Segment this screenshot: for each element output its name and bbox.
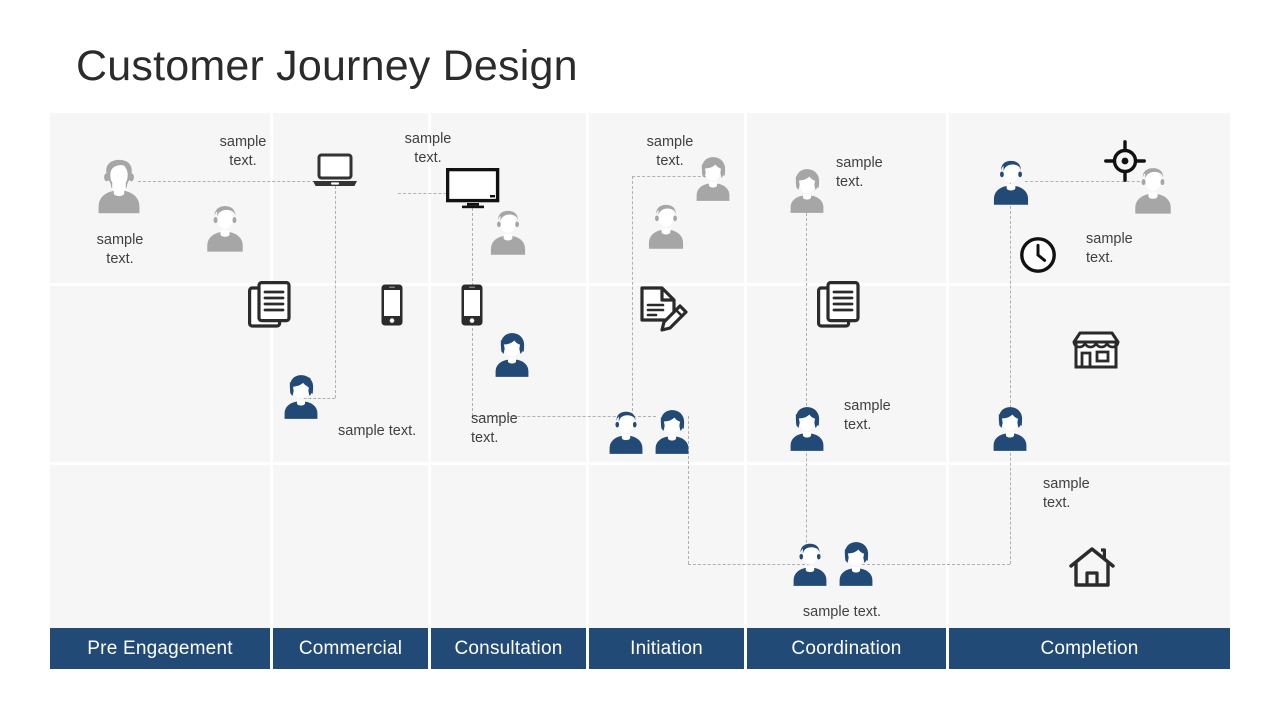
person-blue-female-icon — [487, 329, 537, 381]
stage-label: Pre Engagement — [87, 637, 233, 659]
stage-coordination[interactable]: Coordination — [747, 628, 946, 669]
annotation-label: sample text. — [1043, 476, 1090, 511]
stage-completion[interactable]: Completion — [949, 628, 1230, 669]
person-grey-female-icon — [782, 165, 832, 217]
connector-segment — [806, 213, 807, 411]
band-separator-2 — [50, 462, 1230, 465]
person-blue-male-icon — [601, 406, 651, 458]
person-grey-male-icon — [640, 200, 692, 252]
person-blue-male-icon — [785, 538, 835, 590]
annotation-label: sample text. — [219, 134, 267, 169]
person-grey-male-icon — [1126, 163, 1180, 217]
person-blue-female-icon — [782, 403, 832, 455]
person-grey-male-icon — [88, 155, 150, 217]
connector-segment — [1010, 181, 1011, 418]
storefront-icon — [1072, 329, 1120, 371]
stage-label: Initiation — [630, 637, 703, 659]
person-grey-female-icon — [688, 153, 738, 205]
person-blue-male-icon — [985, 155, 1037, 209]
annotation-label: sample text. — [802, 604, 882, 620]
person-blue-female-icon — [985, 403, 1035, 455]
connector-segment — [632, 176, 633, 416]
connector-segment — [335, 181, 336, 398]
stage-label: Consultation — [454, 637, 563, 659]
annotation-label: sample text. — [836, 155, 883, 190]
laptop-icon — [311, 153, 359, 191]
annotation-label: sample text. — [404, 131, 452, 166]
stage-pre-engagement[interactable]: Pre Engagement — [50, 628, 270, 669]
connector-segment — [1010, 443, 1011, 564]
documents-stack-icon — [248, 281, 292, 331]
connector-segment — [806, 443, 807, 553]
document-edit-icon — [638, 285, 690, 335]
person-grey-male-icon — [198, 201, 252, 255]
stage-consultation[interactable]: Consultation — [431, 628, 586, 669]
stage-label: Commercial — [298, 637, 403, 659]
annotation-label: sample text. — [471, 411, 518, 446]
annotation-label: sample text. — [1086, 231, 1133, 266]
column-bg-pre-engagement — [50, 113, 270, 628]
annotation-label: sample text. — [338, 423, 417, 439]
person-blue-female-icon — [276, 371, 326, 423]
clock-icon — [1019, 236, 1057, 274]
stage-label: Completion — [1040, 637, 1139, 659]
person-grey-male-icon — [482, 206, 534, 258]
person-blue-female-icon — [647, 406, 697, 458]
smartphone-icon — [460, 283, 484, 327]
connector-segment — [138, 181, 335, 182]
smartphone-icon — [380, 283, 404, 327]
connector-segment — [862, 564, 1010, 565]
journey-board: sample text. sample text. sample text. s… — [50, 113, 1230, 669]
house-icon — [1068, 545, 1116, 589]
stage-label: Coordination — [791, 637, 902, 659]
monitor-icon — [446, 168, 500, 210]
annotation-label: sample text. — [844, 398, 891, 433]
person-blue-female-icon — [831, 538, 881, 590]
annotation-label: sample text. — [96, 232, 144, 267]
stage-commercial[interactable]: Commercial — [273, 628, 428, 669]
stage-initiation[interactable]: Initiation — [589, 628, 744, 669]
page-title: Customer Journey Design — [76, 42, 578, 90]
documents-stack-icon — [817, 281, 861, 331]
